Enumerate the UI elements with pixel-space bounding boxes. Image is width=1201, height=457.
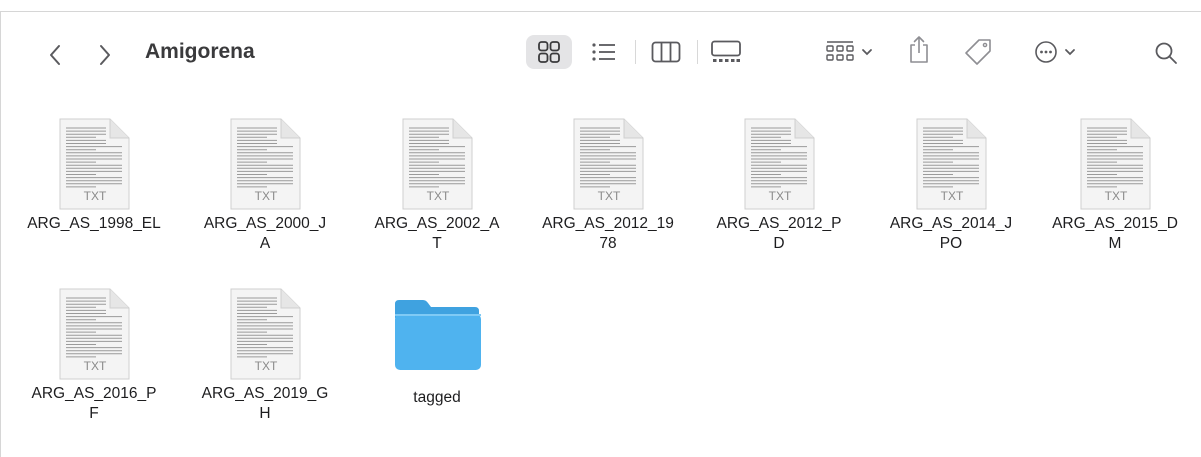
file-name: ARG_AS_2000_J A (203, 215, 327, 252)
text-document-icon: TXT (573, 118, 644, 210)
text-document-icon: TXT (59, 118, 130, 210)
txt-badge: TXT (84, 359, 107, 373)
file-name: ARG_AS_2012_P D (716, 215, 842, 252)
gallery-view-button[interactable] (704, 35, 748, 69)
file-item[interactable]: TXT ARG_AS_2002_A T (352, 118, 522, 254)
gallery-view-icon (711, 40, 741, 62)
chevron-right-icon (100, 45, 110, 65)
txt-badge: TXT (84, 189, 107, 203)
file-item[interactable]: TXT ARG_AS_2000_J A (180, 118, 350, 254)
share-button[interactable] (902, 30, 936, 70)
column-view-icon (651, 41, 681, 63)
column-view-button[interactable] (645, 35, 687, 69)
text-document-icon: TXT (402, 118, 473, 210)
text-document-icon: TXT (59, 288, 130, 380)
txt-badge: TXT (598, 189, 621, 203)
file-item[interactable]: TXT ARG_AS_1998_EL (9, 118, 179, 234)
list-view-button[interactable] (584, 35, 624, 69)
ellipsis-circle-icon (1035, 41, 1057, 63)
more-actions-button[interactable] (1026, 35, 1084, 69)
forward-button[interactable] (92, 38, 118, 72)
txt-badge: TXT (1105, 189, 1128, 203)
back-button[interactable] (42, 38, 68, 72)
toolbar-separator (697, 40, 698, 64)
file-name: ARG_AS_2016_P F (31, 385, 157, 422)
text-document-icon: TXT (1080, 118, 1151, 210)
list-view-icon (592, 43, 615, 61)
file-item[interactable]: TXT ARG_AS_2012_19 78 (523, 118, 693, 254)
chevron-down-icon (1065, 49, 1075, 56)
txt-badge: TXT (941, 189, 964, 203)
file-item[interactable]: TXT ARG_AS_2015_D M (1030, 118, 1200, 254)
file-item[interactable]: TXT ARG_AS_2019_G H (180, 288, 350, 424)
file-name: ARG_AS_2014_J PO (889, 215, 1013, 252)
file-name: tagged (413, 389, 461, 406)
file-name: ARG_AS_2002_A T (374, 215, 500, 252)
text-document-icon: TXT (230, 288, 301, 380)
window-title: Amigorena (145, 40, 255, 63)
search-icon (1155, 42, 1177, 64)
txt-badge: TXT (427, 189, 450, 203)
file-item[interactable]: TXT ARG_AS_2016_P F (9, 288, 179, 424)
txt-badge: TXT (769, 189, 792, 203)
icon-view-icon (538, 41, 560, 63)
text-document-icon: TXT (744, 118, 815, 210)
file-name: ARG_AS_2012_19 78 (542, 215, 674, 252)
text-document-icon: TXT (916, 118, 987, 210)
icon-view-button[interactable] (526, 35, 572, 69)
file-name: ARG_AS_2015_D M (1052, 215, 1178, 252)
window-top-border (0, 0, 1201, 12)
txt-badge: TXT (255, 189, 278, 203)
chevron-left-icon (50, 45, 60, 65)
txt-badge: TXT (255, 359, 278, 373)
tag-icon (965, 39, 991, 65)
group-by-button[interactable] (818, 35, 880, 69)
file-grid: TXT ARG_AS_1998_EL TXT ARG_AS_2000_J A T… (0, 98, 1201, 457)
group-by-icon (826, 41, 854, 61)
toolbar-separator (635, 40, 636, 64)
file-name: ARG_AS_1998_EL (27, 215, 161, 232)
text-document-icon: TXT (230, 118, 301, 210)
folder-icon (395, 300, 481, 370)
search-button[interactable] (1150, 37, 1182, 69)
file-name: ARG_AS_2019_G H (201, 385, 329, 422)
folder-item[interactable]: tagged (352, 288, 522, 408)
file-item[interactable]: TXT ARG_AS_2014_J PO (866, 118, 1036, 254)
chevron-down-icon (862, 49, 872, 56)
tag-button[interactable] (958, 35, 998, 69)
file-item[interactable]: TXT ARG_AS_2012_P D (694, 118, 864, 254)
share-icon (910, 36, 928, 63)
